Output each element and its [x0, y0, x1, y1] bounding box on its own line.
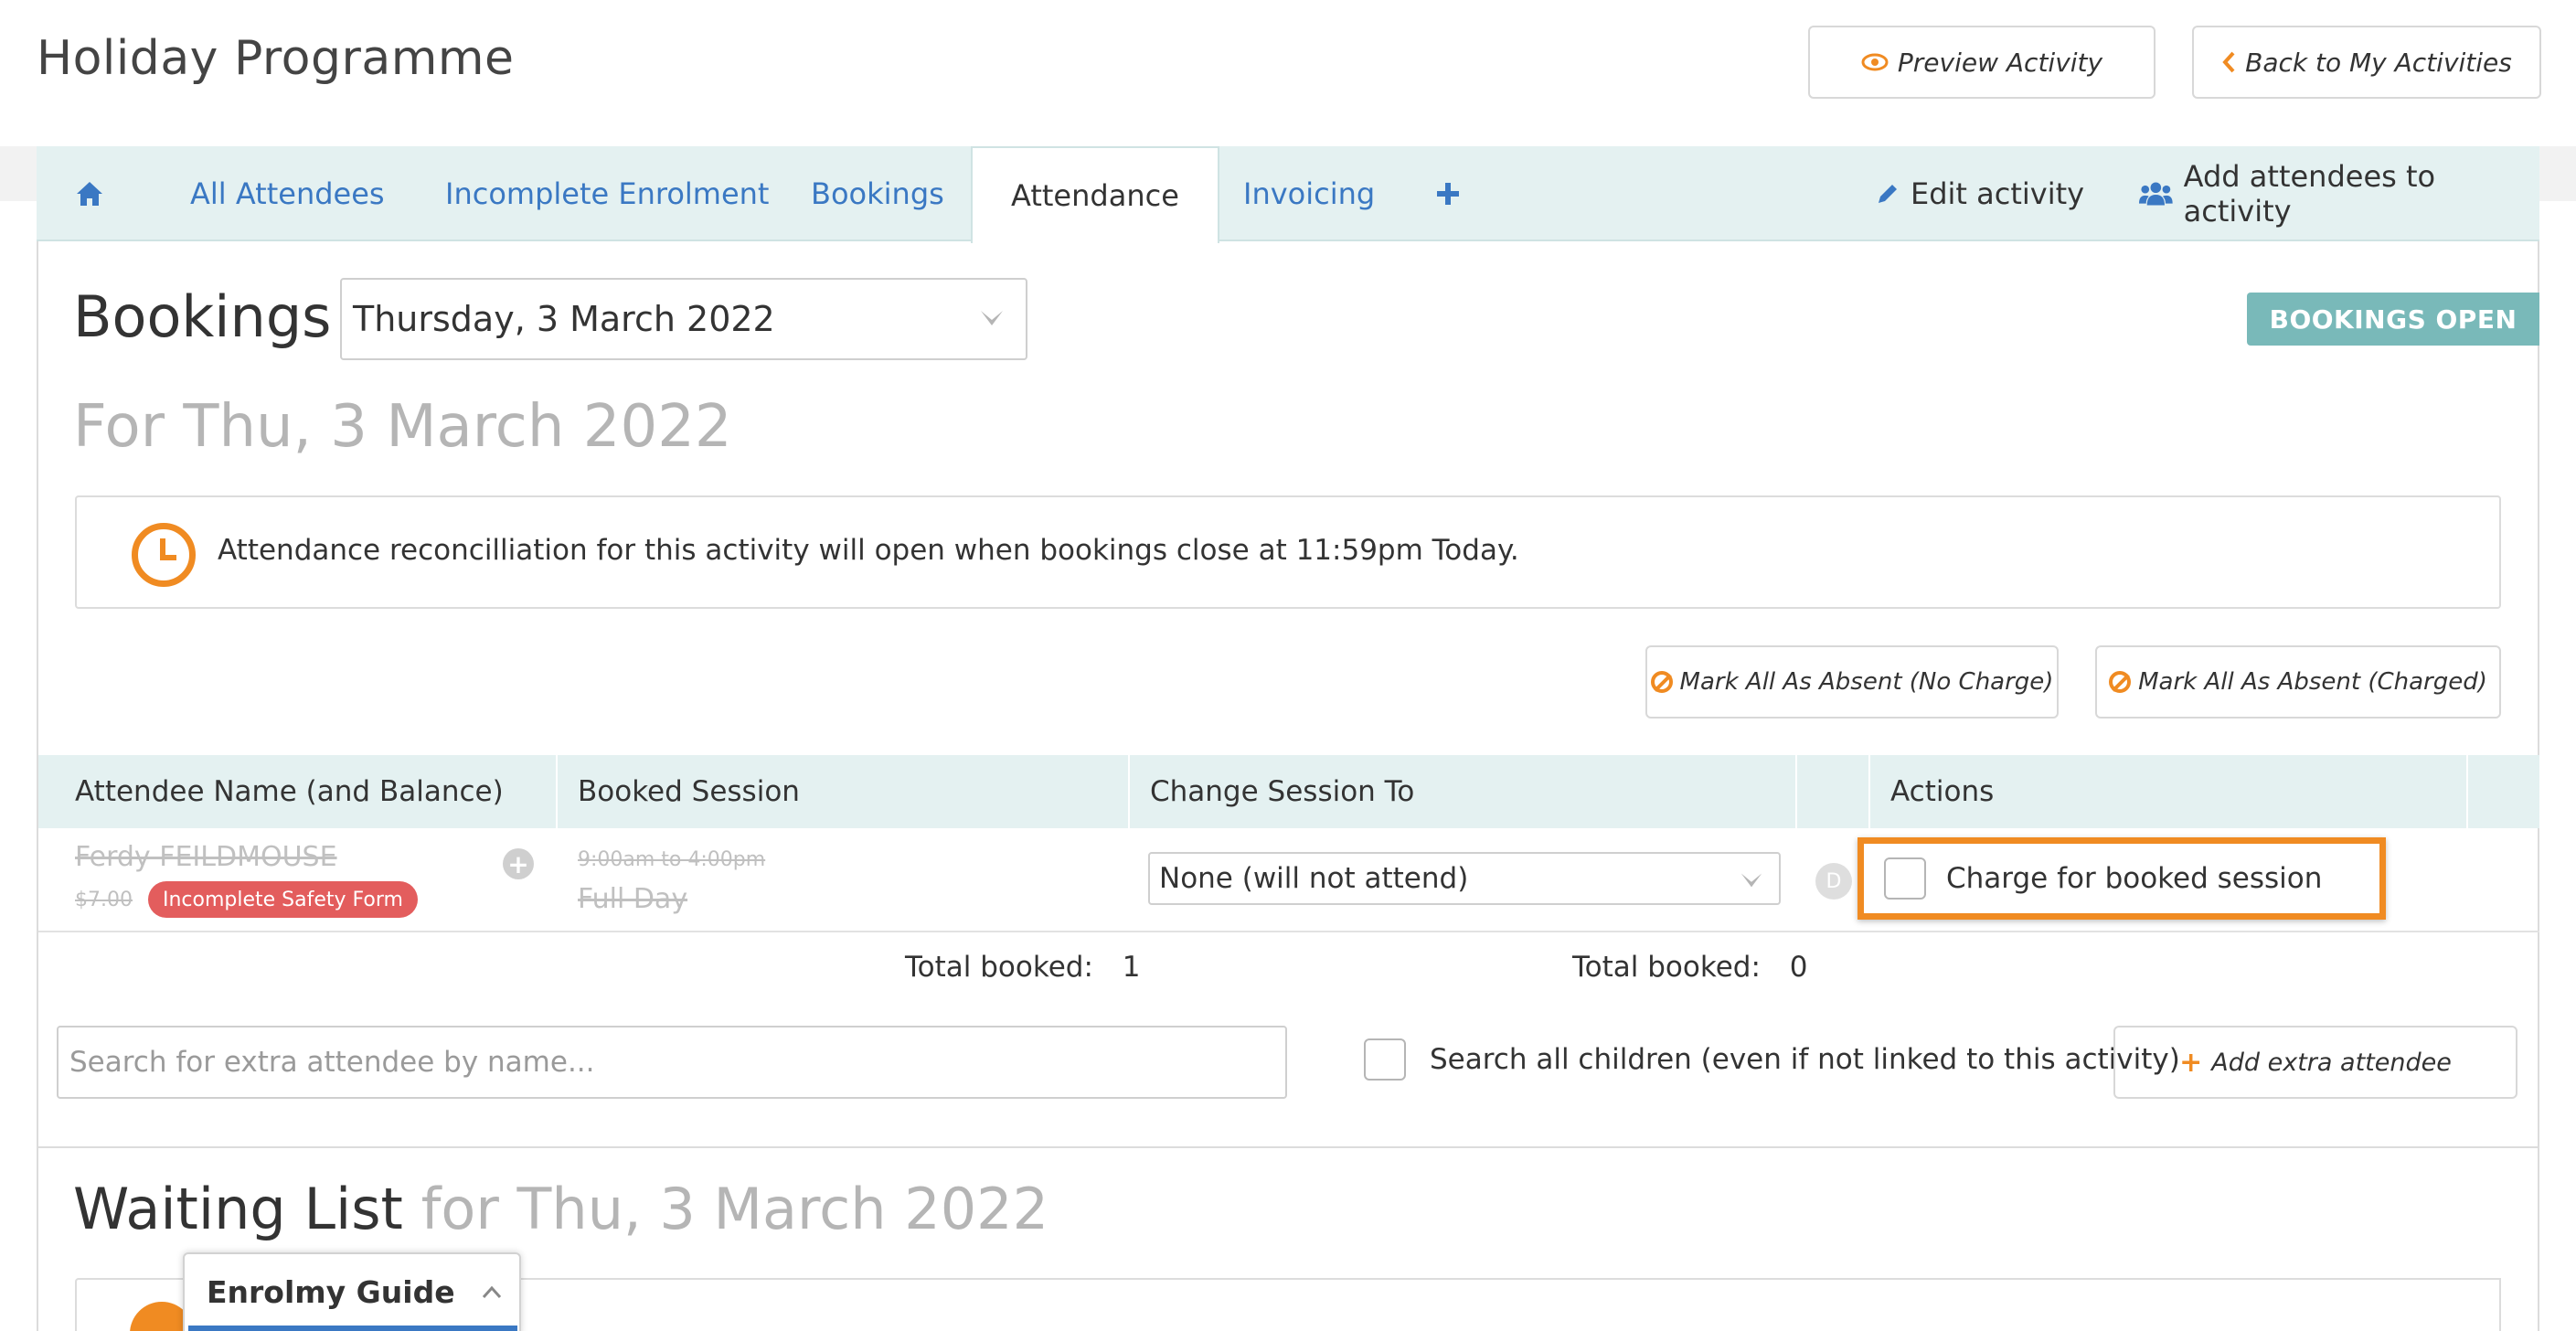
mark-absent-charged-button[interactable]: Mark All As Absent (Charged) — [2095, 645, 2501, 719]
plus-circle-icon[interactable]: + — [503, 848, 534, 879]
search-all-children-label: Search all children (even if not linked … — [1430, 1043, 2180, 1076]
preview-activity-label: Preview Activity — [1897, 47, 2103, 78]
booked-session-name: Full Day — [578, 883, 688, 915]
waiting-list-date: for Thu, 3 March 2022 — [420, 1176, 1049, 1242]
attendee-name[interactable]: Ferdy FEILDMOUSE — [75, 841, 337, 873]
table-row: Ferdy FEILDMOUSE $7.00 Incomplete Safety… — [38, 828, 2539, 932]
attendance-notice: Attendance reconcilliation for this acti… — [75, 495, 2501, 609]
tab-bar: All Attendees Incomplete Enrolment Booki… — [37, 146, 2539, 243]
enrolmy-guide-title: Enrolmy Guide — [207, 1274, 455, 1310]
charge-booked-session-checkbox[interactable] — [1884, 857, 1926, 900]
clock-icon — [132, 523, 196, 587]
tab-attendance[interactable]: Attendance — [971, 146, 1219, 243]
for-date-heading: For Thu, 3 March 2022 — [73, 393, 732, 461]
total-booked-left-value: 1 — [1122, 951, 1141, 984]
chevron-left-icon — [2222, 51, 2235, 73]
charge-booked-session-option[interactable]: Charge for booked session — [1857, 837, 2386, 920]
charge-booked-session-label: Charge for booked session — [1946, 862, 2323, 895]
chevron-down-icon — [981, 311, 1003, 325]
mark-absent-no-charge-label: Mark All As Absent (No Charge) — [1679, 668, 2054, 696]
bookings-status-badge: BOOKINGS OPEN — [2247, 293, 2539, 346]
notice-text: Attendance reconcilliation for this acti… — [218, 534, 1519, 567]
mark-absent-charged-label: Mark All As Absent (Charged) — [2138, 668, 2487, 696]
add-attendees-label: Add attendees to activity — [2183, 159, 2436, 229]
tab-incomplete-enrolment[interactable]: Incomplete Enrolment — [445, 146, 769, 241]
bookings-heading: Bookings — [73, 283, 332, 350]
add-extra-attendee-label: Add extra attendee — [2211, 1048, 2452, 1077]
attendance-table-header: Attendee Name (and Balance) Booked Sessi… — [38, 755, 2539, 828]
ban-icon — [1650, 671, 1673, 693]
pencil-icon — [1879, 185, 1897, 203]
tab-invoicing[interactable]: Invoicing — [1243, 146, 1375, 241]
section-divider — [38, 1146, 2539, 1148]
tab-all-attendees[interactable]: All Attendees — [190, 146, 385, 241]
incomplete-safety-form-badge[interactable]: Incomplete Safety Form — [148, 881, 418, 918]
column-header-actions: Actions — [1870, 755, 2468, 828]
edit-activity-label: Edit activity — [1911, 176, 2085, 211]
avatar: D — [1815, 863, 1852, 900]
plus-icon — [1437, 183, 1459, 205]
ban-icon — [2109, 671, 2132, 693]
column-header-change-session: Change Session To — [1130, 755, 1797, 828]
column-header-booked-session: Booked Session — [558, 755, 1130, 828]
page-title: Holiday Programme — [37, 31, 515, 86]
users-icon — [2139, 182, 2173, 206]
waiting-list-heading: Waiting List for Thu, 3 March 2022 — [73, 1176, 1048, 1242]
booked-session-time: 9:00am to 4:00pm — [578, 848, 766, 871]
chevron-down-icon — [1740, 873, 1762, 888]
back-to-activities-label: Back to My Activities — [2245, 47, 2512, 78]
date-select[interactable]: Thursday, 3 March 2022 — [340, 278, 1027, 360]
home-icon — [77, 182, 102, 206]
edit-activity-link[interactable]: Edit activity — [1876, 146, 2084, 241]
add-extra-attendee-button[interactable]: + Add extra attendee — [2113, 1026, 2517, 1099]
chevron-up-icon[interactable] — [481, 1282, 503, 1304]
tab-bookings[interactable]: Bookings — [811, 146, 944, 241]
total-booked-right: Total booked: 0 — [1572, 951, 1808, 984]
change-session-value: None (will not attend) — [1159, 862, 1469, 895]
waiting-list-title: Waiting List — [73, 1176, 403, 1242]
column-header-attendee: Attendee Name (and Balance) — [38, 755, 558, 828]
plus-icon: + — [2179, 1046, 2203, 1079]
enrolmy-guide-widget[interactable]: Enrolmy Guide — [183, 1252, 521, 1331]
eye-icon — [1861, 53, 1889, 71]
extra-attendee-search-input[interactable] — [57, 1026, 1287, 1099]
total-booked-label: Total booked: — [905, 951, 1093, 984]
back-to-activities-button[interactable]: Back to My Activities — [2192, 26, 2541, 99]
attendee-balance: $7.00 — [75, 889, 133, 911]
preview-activity-button[interactable]: Preview Activity — [1808, 26, 2156, 99]
guide-progress-bar — [188, 1326, 517, 1331]
total-booked-label: Total booked: — [1572, 951, 1761, 984]
search-all-children-option[interactable]: Search all children (even if not linked … — [1364, 1038, 2180, 1081]
total-booked-left: Total booked: 1 — [905, 951, 1141, 984]
tab-home[interactable] — [75, 146, 104, 241]
search-all-children-checkbox[interactable] — [1364, 1038, 1406, 1081]
add-attendees-link[interactable]: Add attendees to activity — [2139, 146, 2539, 241]
column-header-blank — [1797, 755, 1870, 828]
date-select-value: Thursday, 3 March 2022 — [353, 299, 775, 339]
tab-add[interactable] — [1435, 146, 1461, 241]
mark-absent-no-charge-button[interactable]: Mark All As Absent (No Charge) — [1645, 645, 2059, 719]
total-booked-right-value: 0 — [1789, 951, 1808, 984]
change-session-select[interactable]: None (will not attend) — [1148, 852, 1781, 905]
